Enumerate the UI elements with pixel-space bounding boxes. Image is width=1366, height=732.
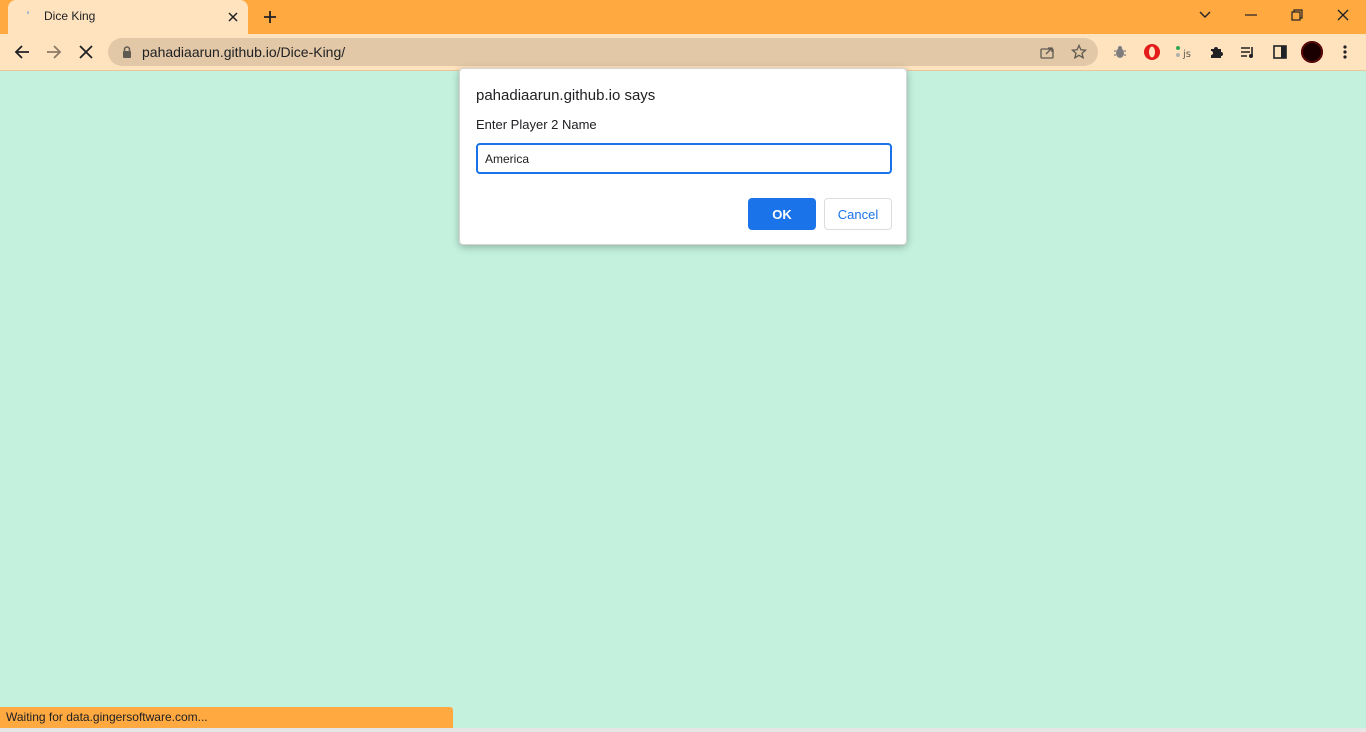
svg-text:js: js xyxy=(1182,49,1191,60)
avatar[interactable] xyxy=(1301,41,1323,63)
kebab-menu-icon[interactable] xyxy=(1333,40,1357,64)
lock-icon[interactable] xyxy=(120,45,134,59)
side-panel-icon[interactable] xyxy=(1268,40,1292,64)
prompt-dialog: pahadiaarun.github.io says Enter Player … xyxy=(459,68,907,245)
new-tab-icon[interactable] xyxy=(258,6,282,28)
tab-strip: ’ Dice King xyxy=(0,0,1366,34)
dialog-title: pahadiaarun.github.io says xyxy=(476,87,656,104)
close-tab-icon[interactable] xyxy=(224,8,242,26)
puzzle-icon[interactable] xyxy=(1204,40,1228,64)
browser-toolbar: pahadiaarun.github.io/Dice-King/ js xyxy=(0,34,1366,71)
close-window-icon[interactable] xyxy=(1320,0,1366,30)
arrow-right-icon[interactable] xyxy=(40,38,68,66)
status-text: Waiting for data.gingersoftware.com... xyxy=(6,710,208,724)
loading-indicator-icon: ’ xyxy=(26,10,30,22)
bottom-strip xyxy=(0,728,1366,732)
opera-extension-icon[interactable] xyxy=(1140,40,1164,64)
js-extension-icon[interactable]: js xyxy=(1172,40,1196,64)
stop-icon[interactable] xyxy=(72,38,100,66)
restore-icon[interactable] xyxy=(1274,0,1320,30)
url-text[interactable]: pahadiaarun.github.io/Dice-King/ xyxy=(142,44,345,60)
tab-title: Dice King xyxy=(44,9,96,23)
arrow-left-icon[interactable] xyxy=(8,38,36,66)
share-icon[interactable] xyxy=(1038,43,1056,61)
reading-list-icon[interactable] xyxy=(1236,40,1260,64)
star-icon[interactable] xyxy=(1070,43,1088,61)
address-bar[interactable]: pahadiaarun.github.io/Dice-King/ xyxy=(108,38,1098,66)
minimize-icon[interactable] xyxy=(1228,0,1274,30)
bug-extension-icon[interactable] xyxy=(1108,40,1132,64)
tab-dice-king[interactable]: ’ Dice King xyxy=(8,0,248,34)
cancel-button[interactable]: Cancel xyxy=(824,198,892,230)
tab-search-icon[interactable] xyxy=(1182,0,1228,30)
ok-button[interactable]: OK xyxy=(748,198,816,230)
dialog-message: Enter Player 2 Name xyxy=(476,117,597,132)
player-name-input[interactable] xyxy=(476,143,892,174)
status-bar: Waiting for data.gingersoftware.com... xyxy=(0,707,453,728)
